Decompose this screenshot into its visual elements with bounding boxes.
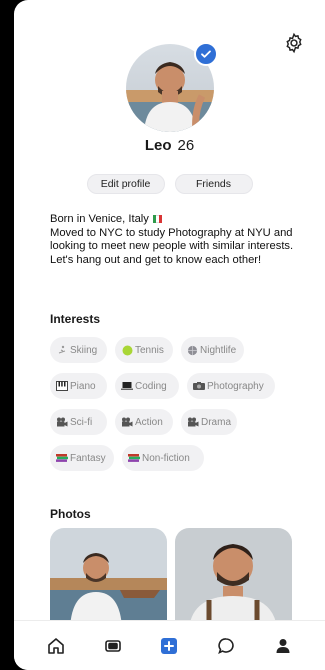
interest-chip-sci-fi[interactable]: Sci-fi	[50, 409, 107, 435]
profile-name: Leo	[144, 137, 172, 154]
interest-chip-fantasy[interactable]: Fantasy	[50, 445, 114, 471]
disco-ball-icon	[187, 344, 198, 356]
profile-icon[interactable]	[272, 635, 294, 657]
photos-heading: Photos	[50, 507, 91, 521]
interest-label: Action	[135, 416, 163, 428]
interest-label: Sci-fi	[70, 416, 93, 428]
home-icon[interactable]	[45, 635, 67, 657]
interest-label: Nightlife	[200, 344, 237, 356]
chat-icon[interactable]	[215, 635, 237, 657]
interests-heading: Interests	[50, 312, 101, 326]
add-icon[interactable]	[158, 635, 180, 657]
interests-list: Skiing Tennis Nightlife Piano Coding Pho…	[50, 337, 312, 481]
settings-gear-icon[interactable]	[283, 32, 305, 54]
photo-thumbnail[interactable]	[175, 528, 292, 628]
bottom-tab-bar	[14, 620, 325, 670]
interest-row: Fantasy Non-fiction	[50, 445, 312, 471]
profile-age: 26	[177, 137, 195, 154]
interest-chip-coding[interactable]: Coding	[115, 373, 179, 399]
interest-label: Photography	[207, 380, 264, 392]
laptop-icon	[121, 380, 133, 392]
movie-camera-icon	[121, 416, 133, 428]
interest-row: Skiing Tennis Nightlife	[50, 337, 312, 363]
interest-chip-drama[interactable]: Drama	[181, 409, 237, 435]
interest-label: Drama	[201, 416, 232, 428]
tennis-ball-icon	[121, 344, 133, 356]
bio-line-origin: Born in Venice, Italy	[50, 213, 149, 225]
interest-chip-action[interactable]: Action	[115, 409, 173, 435]
interest-chip-tennis[interactable]: Tennis	[115, 337, 173, 363]
interest-label: Non-fiction	[142, 452, 190, 464]
name-age-row: Leo 26	[14, 137, 325, 154]
cards-icon[interactable]	[102, 635, 124, 657]
interest-row: Sci-fi Action Drama	[50, 409, 312, 435]
interest-label: Skiing	[70, 344, 98, 356]
bio-text: Born in Venice, Italy Moved to NYC to st…	[50, 213, 312, 267]
profile-actions: Edit profile Friends	[14, 174, 325, 194]
interest-row: Piano Coding Photography	[50, 373, 312, 399]
books-icon	[128, 452, 140, 464]
italy-flag-icon	[152, 215, 162, 223]
camera-icon	[193, 380, 205, 392]
movie-camera-icon	[187, 416, 199, 428]
books-icon	[56, 452, 68, 464]
piano-icon	[56, 380, 68, 392]
interest-chip-non-fiction[interactable]: Non-fiction	[122, 445, 204, 471]
movie-camera-icon	[56, 416, 68, 428]
edit-profile-button[interactable]: Edit profile	[86, 174, 165, 194]
verified-check-icon	[194, 42, 218, 66]
interest-label: Coding	[135, 380, 167, 392]
friends-button[interactable]: Friends	[174, 174, 253, 194]
photo-grid	[50, 528, 312, 628]
bio-line-description: Moved to NYC to study Photography at NYU…	[50, 226, 294, 266]
interest-chip-nightlife[interactable]: Nightlife	[181, 337, 244, 363]
interest-label: Tennis	[135, 344, 164, 356]
interest-chip-photography[interactable]: Photography	[187, 373, 275, 399]
interest-chip-piano[interactable]: Piano	[50, 373, 107, 399]
interest-chip-skiing[interactable]: Skiing	[50, 337, 107, 363]
interest-label: Piano	[70, 380, 96, 392]
profile-avatar[interactable]	[126, 42, 218, 132]
interest-label: Fantasy	[70, 452, 106, 464]
photo-thumbnail[interactable]	[50, 528, 167, 628]
skier-icon	[56, 344, 68, 356]
profile-screen: Leo 26 Edit profile Friends Born in Venic…	[14, 0, 325, 670]
